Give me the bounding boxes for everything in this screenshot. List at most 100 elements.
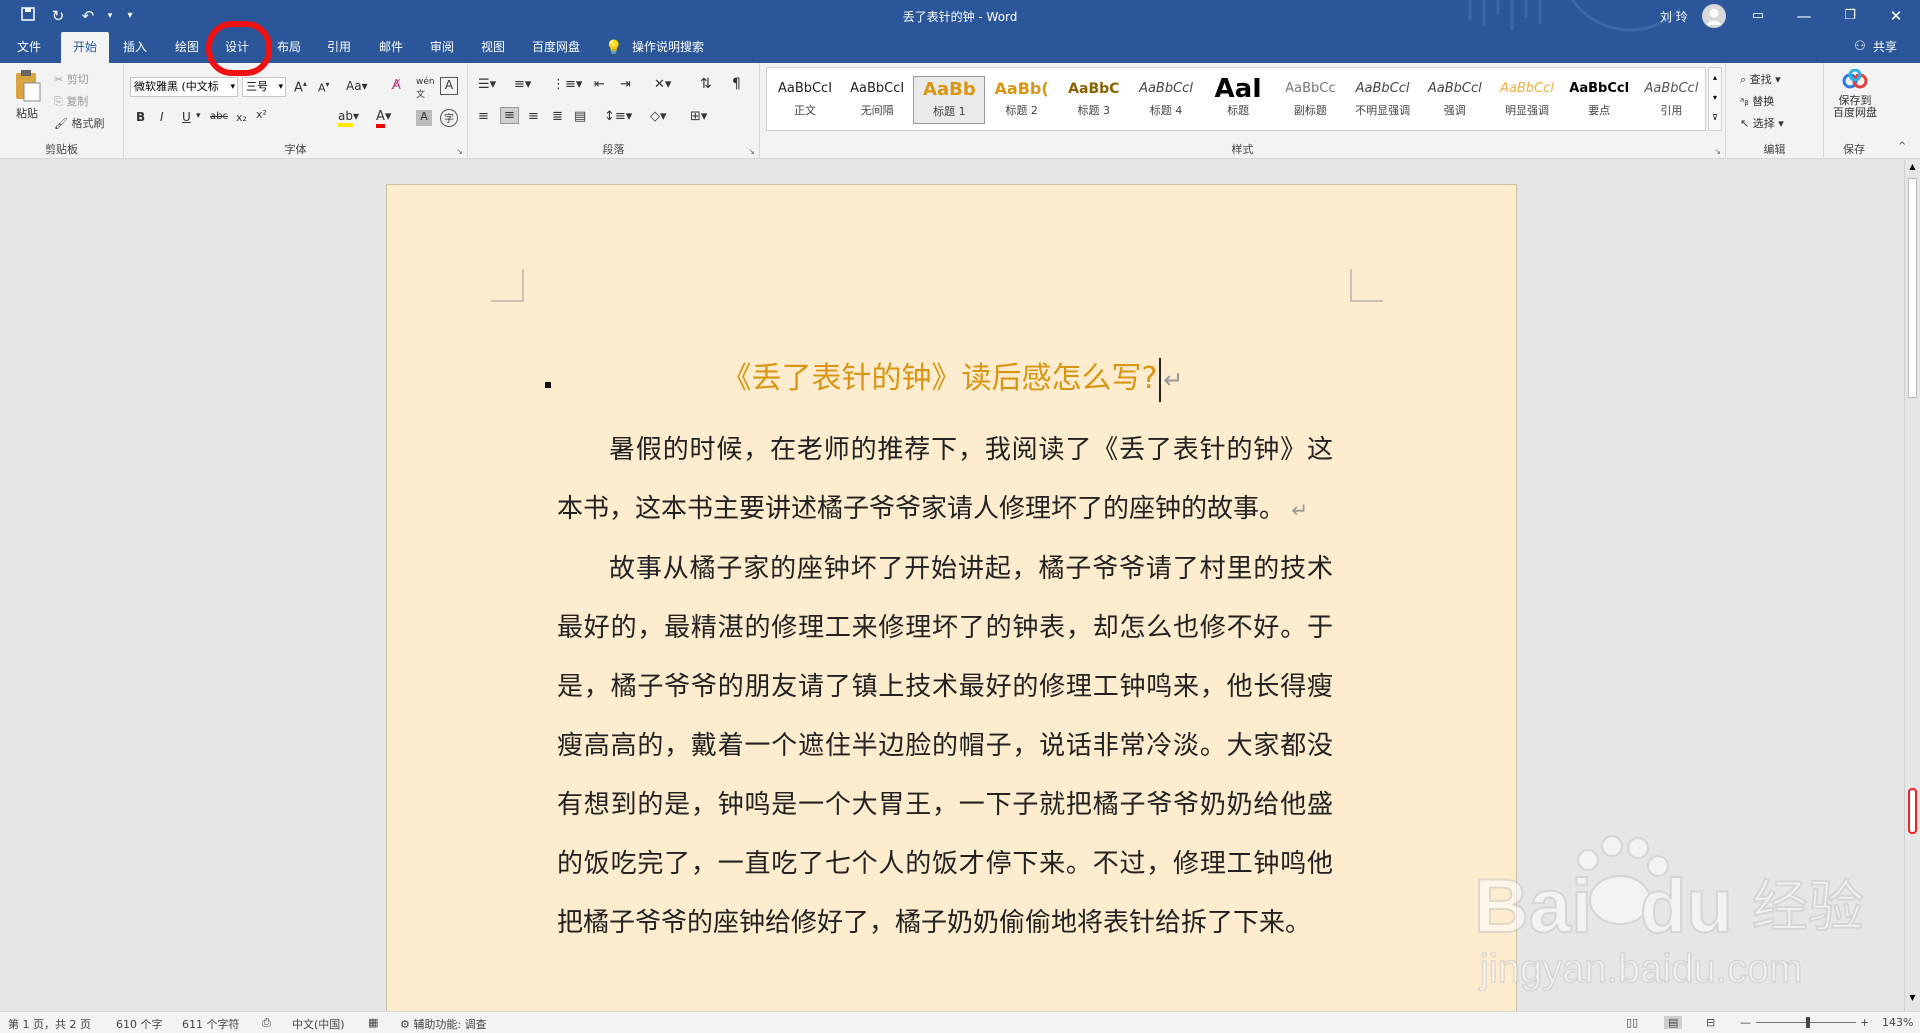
- zoom-out-icon[interactable]: —: [1740, 1016, 1751, 1029]
- style-item[interactable]: AaBbCcl 强调: [1419, 76, 1491, 124]
- paste-icon[interactable]: [12, 69, 46, 105]
- underline-icon[interactable]: U: [182, 110, 191, 124]
- cut-button[interactable]: ✂ 剪切: [54, 71, 89, 87]
- style-item[interactable]: AaBbCcl 引用: [1635, 76, 1707, 124]
- highlight-icon[interactable]: ab▾: [338, 109, 359, 127]
- tab-baidu-netdisk[interactable]: 百度网盘: [526, 32, 586, 63]
- print-layout-icon[interactable]: ▤: [1664, 1016, 1683, 1029]
- dialog-launcher-icon[interactable]: ↘: [748, 147, 755, 156]
- save-to-netdisk-button[interactable]: 保存到 百度网盘: [1830, 95, 1880, 119]
- macro-icon[interactable]: ▦: [368, 1016, 378, 1029]
- char-shading-icon[interactable]: A: [416, 110, 432, 126]
- format-painter-button[interactable]: 🖌 格式刷: [54, 115, 104, 131]
- tab-review[interactable]: 审阅: [421, 32, 463, 63]
- zoom-slider-handle[interactable]: [1806, 1017, 1810, 1028]
- tab-references[interactable]: 引用: [318, 32, 360, 63]
- body-paragraph-2[interactable]: 故事从橘子家的座钟坏了开始讲起，橘子爷爷请了村里的技术最好的，最精湛的修理工来修…: [557, 540, 1333, 953]
- distributed-icon[interactable]: ▤: [574, 109, 586, 124]
- scroll-thumb[interactable]: [1908, 178, 1917, 398]
- enclose-char-icon[interactable]: 字: [440, 109, 458, 127]
- justify-icon[interactable]: ≣: [552, 109, 563, 124]
- align-left-icon[interactable]: ≡: [478, 109, 489, 124]
- superscript-icon[interactable]: x²: [256, 108, 267, 121]
- font-family-select[interactable]: 微软雅黑 (中文标 ▾: [130, 77, 238, 97]
- style-item[interactable]: AaBbCcI 正文: [769, 76, 841, 124]
- font-size-select[interactable]: 三号 ▾: [242, 77, 286, 97]
- collapse-ribbon-icon[interactable]: ^: [1898, 141, 1906, 152]
- italic-icon[interactable]: I: [160, 110, 164, 124]
- align-right-icon[interactable]: ≡: [528, 109, 539, 124]
- tab-draw[interactable]: 绘图: [166, 32, 208, 63]
- zoom-in-icon[interactable]: +: [1860, 1016, 1869, 1029]
- copy-button[interactable]: ⎘ 复制: [54, 93, 88, 109]
- page-count[interactable]: 第 1 页，共 2 页: [8, 1016, 91, 1032]
- paste-button[interactable]: 粘贴: [16, 105, 38, 121]
- read-mode-icon[interactable]: ▯▯: [1626, 1016, 1638, 1029]
- zoom-level[interactable]: 143%: [1882, 1016, 1913, 1029]
- restore-icon[interactable]: ❐: [1840, 6, 1860, 26]
- tab-file[interactable]: 文件: [8, 32, 50, 63]
- tab-layout[interactable]: 布局: [268, 32, 310, 63]
- char-count[interactable]: 611 个字符: [182, 1016, 240, 1032]
- tab-home[interactable]: 开始: [61, 32, 109, 63]
- dialog-launcher-icon[interactable]: ↘: [456, 147, 463, 156]
- close-icon[interactable]: ✕: [1886, 6, 1906, 26]
- chinese-layout-icon[interactable]: ✕▾: [654, 77, 671, 92]
- word-count[interactable]: 610 个字: [116, 1016, 163, 1032]
- bold-icon[interactable]: B: [136, 110, 145, 124]
- web-layout-icon[interactable]: ⊟: [1706, 1016, 1715, 1029]
- clear-format-icon[interactable]: A̸: [392, 78, 401, 93]
- style-item[interactable]: AaBb(标题 2: [986, 76, 1058, 124]
- style-item[interactable]: AaBbCc 副标题: [1274, 76, 1346, 124]
- grow-font-icon[interactable]: A▴: [294, 79, 307, 95]
- proofing-icon[interactable]: ⎙: [262, 1016, 271, 1030]
- vertical-scrollbar[interactable]: ▲ ▼: [1904, 160, 1920, 1011]
- subscript-icon[interactable]: x₂: [236, 111, 247, 124]
- style-item[interactable]: AaBb 标题 1: [913, 76, 986, 124]
- phonetic-guide-icon[interactable]: wén 文: [416, 77, 435, 100]
- ribbon-display-icon[interactable]: ▭: [1748, 6, 1768, 26]
- replace-button[interactable]: ᵃᵦ 替换: [1740, 93, 1774, 109]
- shrink-font-icon[interactable]: A▾: [318, 80, 330, 95]
- avatar[interactable]: [1702, 4, 1726, 28]
- baidu-cloud-icon[interactable]: [1842, 68, 1868, 91]
- change-case-icon[interactable]: Aa▾: [346, 79, 368, 93]
- document-title[interactable]: 《丢了表针的钟》读后感怎么写? ↵: [387, 353, 1518, 402]
- show-marks-icon[interactable]: ¶: [732, 76, 741, 92]
- select-button[interactable]: ↖ 选择 ▾: [1740, 115, 1784, 131]
- font-color-icon[interactable]: A▾: [376, 109, 391, 128]
- line-spacing-icon[interactable]: ↕≡▾: [604, 109, 632, 124]
- style-item[interactable]: AaBbC 标题 3: [1058, 76, 1130, 124]
- minimize-icon[interactable]: —: [1794, 6, 1814, 26]
- style-item[interactable]: AaBbCcl 明显强调: [1491, 76, 1563, 124]
- tell-me-search[interactable]: 操作说明搜索: [628, 32, 708, 63]
- scroll-up-icon[interactable]: ▲: [1907, 162, 1918, 174]
- scroll-down-icon[interactable]: ▼: [1907, 993, 1918, 1005]
- multilevel-list-icon[interactable]: ⋮≡▾: [552, 77, 582, 92]
- tab-insert[interactable]: 插入: [114, 32, 156, 63]
- shading-icon[interactable]: ◇▾: [650, 109, 667, 124]
- borders-icon[interactable]: ⊞▾: [690, 109, 707, 124]
- sort-icon[interactable]: ⇅: [700, 76, 712, 92]
- style-item[interactable]: AaBbCcl 要点: [1563, 76, 1635, 124]
- strikethrough-icon[interactable]: abc: [210, 111, 228, 122]
- bullets-icon[interactable]: ☰▾: [478, 77, 496, 92]
- user-name[interactable]: 刘 玲: [1660, 8, 1688, 25]
- numbering-icon[interactable]: ≡▾: [514, 77, 531, 92]
- accessibility-status[interactable]: ⚙ 辅助功能: 调查: [400, 1016, 487, 1032]
- style-item[interactable]: AaI 标题: [1202, 76, 1274, 124]
- dialog-launcher-icon[interactable]: ↘: [1714, 147, 1721, 156]
- share-button[interactable]: 共享: [1868, 32, 1902, 63]
- style-item[interactable]: AaBbCcI 无间隔: [841, 76, 913, 124]
- decrease-indent-icon[interactable]: ⇤: [594, 77, 605, 92]
- document-page[interactable]: 《丢了表针的钟》读后感怎么写? ↵ 暑假的时候，在老师的推荐下，我阅读了《丢了表针…: [386, 184, 1517, 1011]
- body-paragraph-1[interactable]: 暑假的时候，在老师的推荐下，我阅读了《丢了表针的钟》这本书，这本书主要讲述橘子爷…: [557, 421, 1333, 540]
- align-center-icon[interactable]: ≡: [500, 107, 519, 124]
- increase-indent-icon[interactable]: ⇥: [620, 77, 631, 92]
- tab-view[interactable]: 视图: [472, 32, 514, 63]
- tab-mailings[interactable]: 邮件: [370, 32, 412, 63]
- find-button[interactable]: ⌕ 查找 ▾: [1740, 71, 1781, 87]
- underline-dropdown-icon[interactable]: ▾: [196, 111, 201, 121]
- language-status[interactable]: 中文(中国): [292, 1016, 345, 1032]
- style-item[interactable]: AaBbCcl 标题 4: [1130, 76, 1202, 124]
